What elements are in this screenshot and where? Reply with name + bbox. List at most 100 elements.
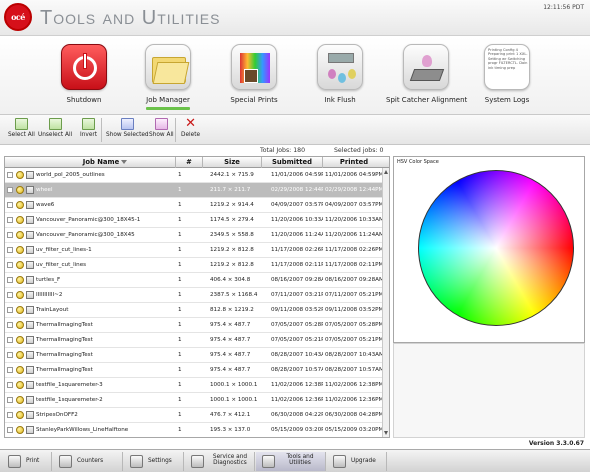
row-checkbox[interactable] bbox=[7, 172, 13, 178]
folder-icon bbox=[145, 44, 191, 90]
row-checkbox[interactable] bbox=[7, 427, 13, 433]
row-checkbox[interactable] bbox=[7, 217, 13, 223]
job-status-icon bbox=[16, 201, 24, 209]
select-all-button[interactable]: Select All bbox=[8, 118, 35, 138]
row-checkbox[interactable] bbox=[7, 352, 13, 358]
table-row[interactable]: StanleyParkWillows_LineHalftone 1 195.3 × … bbox=[5, 423, 384, 437]
ink-flush-button[interactable]: Ink Flush bbox=[300, 44, 380, 104]
job-manager-label: Job Manager bbox=[146, 96, 190, 104]
table-row[interactable]: wave6 1 1219.2 × 914.4 04/09/2007 03:57PM04… bbox=[5, 198, 384, 213]
print-icon bbox=[8, 455, 21, 468]
table-row[interactable]: ThermalImagingTest 1 975.4 × 487.7 08/28/20… bbox=[5, 348, 384, 363]
system-logs-button[interactable]: Printing Config 4 Preparing print 1 XXL.… bbox=[467, 44, 547, 104]
table-row[interactable]: uv_filter_cut_lines 1 1219.2 × 812.8 11/17/… bbox=[5, 258, 384, 273]
row-checkbox[interactable] bbox=[7, 292, 13, 298]
invert-button[interactable]: Invert bbox=[80, 118, 97, 138]
job-name-cell: StripesOnOFF2 bbox=[36, 412, 78, 418]
col-size[interactable]: Size bbox=[203, 158, 261, 166]
table-row[interactable]: turtles_F 1 406.4 × 304.8 08/16/2007 09:28A… bbox=[5, 273, 384, 288]
job-name-cell: ThermalImagingTest bbox=[36, 322, 93, 328]
job-status-icon bbox=[16, 336, 24, 344]
spit-catcher-alignment-button[interactable]: Spit Catcher Alignment bbox=[386, 44, 467, 104]
row-checkbox[interactable] bbox=[7, 232, 13, 238]
table-row[interactable]: ThermalImagingTest 1 975.4 × 487.7 07/05/20… bbox=[5, 333, 384, 348]
table-scrollbar[interactable] bbox=[382, 168, 389, 437]
special-prints-button[interactable]: Special Prints bbox=[214, 44, 294, 104]
clock: 12:11:56 PDT bbox=[543, 4, 584, 11]
table-row[interactable]: wheel 1 211.7 × 211.7 02/29/2008 12:44PM02/… bbox=[5, 183, 384, 198]
nav-service-diagnostics[interactable]: Service and Diagnostics bbox=[185, 452, 255, 471]
job-count-cell: 1 bbox=[178, 367, 182, 373]
col-submitted[interactable]: Submitted bbox=[262, 158, 322, 166]
file-icon bbox=[26, 366, 34, 374]
table-row[interactable]: testfile_1squaremeter-3 1 1000.1 × 1000.1 1… bbox=[5, 378, 384, 393]
row-checkbox[interactable] bbox=[7, 187, 13, 193]
scroll-down-icon[interactable] bbox=[384, 431, 388, 435]
row-checkbox[interactable] bbox=[7, 367, 13, 373]
nav-counters[interactable]: Counters bbox=[53, 452, 123, 471]
row-checkbox[interactable] bbox=[7, 412, 13, 418]
nav-settings[interactable]: Settings bbox=[124, 452, 184, 471]
job-manager-button[interactable]: Job Manager bbox=[128, 44, 208, 110]
row-checkbox[interactable] bbox=[7, 262, 13, 268]
col-printed[interactable]: Printed bbox=[323, 158, 385, 166]
row-checkbox[interactable] bbox=[7, 277, 13, 283]
table-row[interactable]: testfile_1squaremeter-2 1 1000.1 × 1000.1 1… bbox=[5, 393, 384, 408]
col-job-count[interactable]: # bbox=[176, 158, 202, 166]
scroll-up-icon[interactable] bbox=[384, 170, 388, 174]
tool-launcher: Shutdown Job Manager Special Prints Ink … bbox=[0, 37, 590, 115]
shutdown-button[interactable]: Shutdown bbox=[44, 44, 124, 104]
job-status-icon bbox=[16, 216, 24, 224]
table-row[interactable]: Vancouver_Panoramic@300_18X45 1 2349.5 × 5… bbox=[5, 228, 384, 243]
submitted-cell: 11/20/2006 11:24AM bbox=[271, 232, 323, 238]
size-cell: 975.4 × 487.7 bbox=[210, 367, 251, 373]
app-window: océ Tools and Utilities 12:11:56 PDT Shu… bbox=[0, 0, 590, 472]
total-jobs-count: Total Jobs: 180 bbox=[260, 147, 306, 154]
table-row[interactable]: IIIIIIIIIII~2 1 2387.5 × 1168.4 07/11/2007 … bbox=[5, 288, 384, 303]
toolbar-divider bbox=[101, 118, 102, 142]
table-row[interactable]: TrainLayout 1 812.8 × 1219.2 09/11/2008 03:… bbox=[5, 303, 384, 318]
show-all-button[interactable]: Show All bbox=[149, 118, 174, 138]
table-row[interactable]: uv_filter_cut_lines-1 1 1219.2 × 812.8 11/1… bbox=[5, 243, 384, 258]
table-row[interactable]: world_pol_2005_outlines 1 2442.1 × 715.9 11… bbox=[5, 168, 384, 183]
job-name-cell: ThermalImagingTest bbox=[36, 367, 93, 373]
submitted-cell: 08/28/2007 10:43AM bbox=[271, 352, 323, 358]
row-checkbox[interactable] bbox=[7, 337, 13, 343]
row-checkbox[interactable] bbox=[7, 247, 13, 253]
row-checkbox[interactable] bbox=[7, 202, 13, 208]
ink-flush-icon bbox=[317, 44, 363, 90]
size-cell: 975.4 × 487.7 bbox=[210, 337, 251, 343]
job-count-cell: 1 bbox=[178, 172, 182, 178]
row-checkbox[interactable] bbox=[7, 307, 13, 313]
printed-cell: 06/30/2008 04:28PM bbox=[325, 412, 383, 418]
nav-print[interactable]: Print bbox=[2, 452, 52, 471]
col-job-name[interactable]: Job Name bbox=[35, 158, 175, 166]
job-status-icon bbox=[16, 291, 24, 299]
printed-cell: 11/20/2006 11:24AM bbox=[325, 232, 383, 238]
job-name-cell: IIIIIIIIIII~2 bbox=[36, 292, 63, 298]
spit-catcher-icon bbox=[403, 44, 449, 90]
page-title: Tools and Utilities bbox=[40, 7, 221, 29]
table-row[interactable]: StripesOnOFF2 1 476.7 × 412.1 06/30/2008 04… bbox=[5, 408, 384, 423]
toolbar-divider bbox=[175, 118, 176, 142]
submitted-cell: 09/11/2008 03:52PM bbox=[271, 307, 323, 313]
unselect-all-button[interactable]: Unselect All bbox=[38, 118, 72, 138]
size-cell: 2349.5 × 558.8 bbox=[210, 232, 254, 238]
table-row[interactable]: ThermalImagingTest 1 975.4 × 487.7 07/05/20… bbox=[5, 318, 384, 333]
file-icon bbox=[26, 246, 34, 254]
table-row[interactable]: ThermalImagingTest 1 975.4 × 487.7 08/28/20… bbox=[5, 363, 384, 378]
job-preview: HSV Color Space bbox=[393, 156, 585, 343]
delete-button[interactable]: ✕ Delete bbox=[181, 117, 200, 138]
nav-upgrade[interactable]: Upgrade bbox=[327, 452, 387, 471]
size-cell: 1219.2 × 812.8 bbox=[210, 247, 254, 253]
nav-tools-utilities[interactable]: Tools and Utilities bbox=[256, 452, 326, 471]
table-header: Job Name # Size Submitted Printed bbox=[5, 157, 389, 168]
printed-cell: 11/01/2006 04:59PM bbox=[325, 172, 383, 178]
show-selected-button[interactable]: Show Selected bbox=[106, 118, 149, 138]
row-checkbox[interactable] bbox=[7, 382, 13, 388]
job-name-cell: Vancouver_Panoramic@300_18X45-1 bbox=[36, 217, 141, 223]
row-checkbox[interactable] bbox=[7, 397, 13, 403]
row-checkbox[interactable] bbox=[7, 322, 13, 328]
table-row[interactable]: Vancouver_Panoramic@300_18X45-1 1 1174.5 ×… bbox=[5, 213, 384, 228]
file-icon bbox=[26, 291, 34, 299]
